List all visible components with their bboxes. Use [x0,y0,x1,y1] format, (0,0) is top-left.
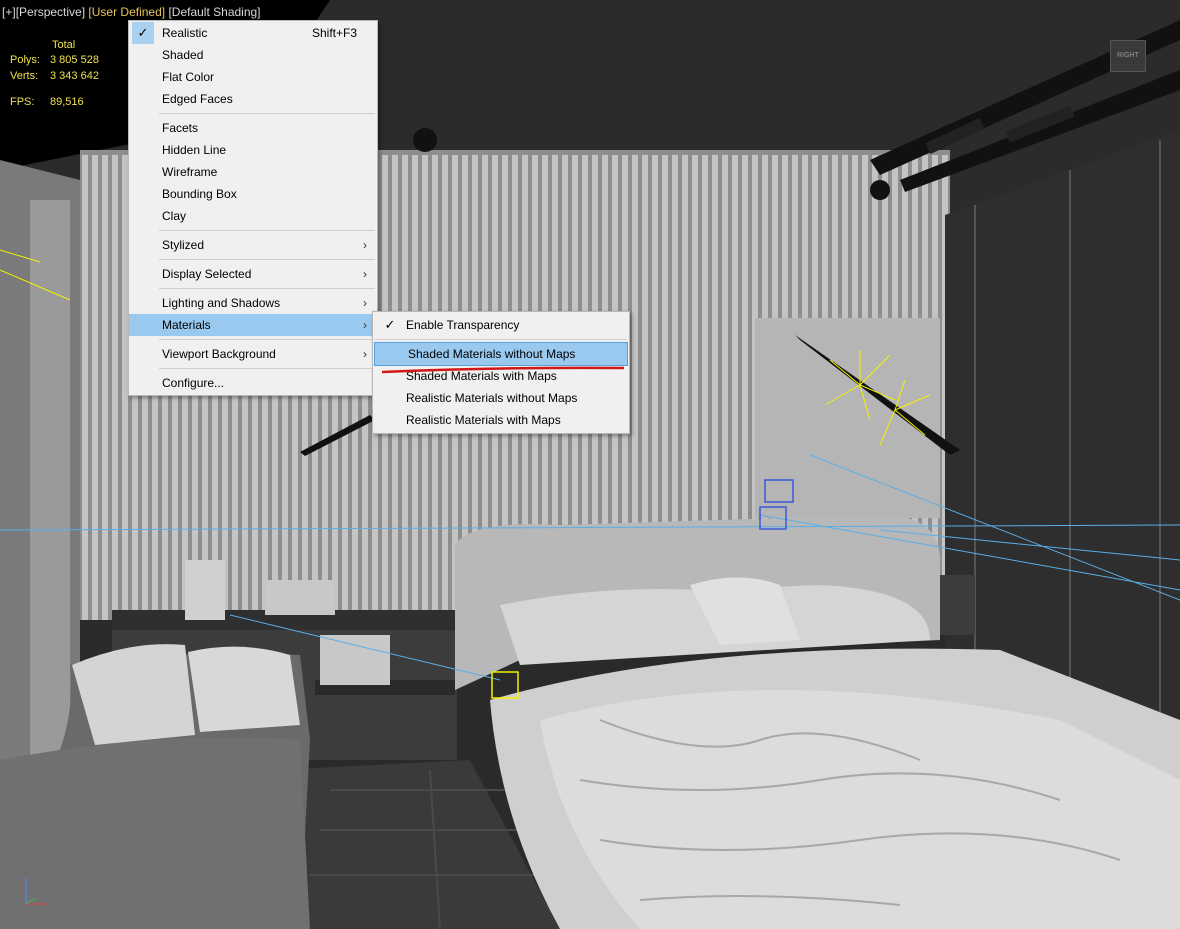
polys-value: 3 805 528 [50,54,99,66]
wall-slat [82,155,88,620]
checkmark-icon: ✓ [384,317,396,332]
menu-item-label: Flat Color [162,70,215,84]
wall-slat [92,155,98,620]
menu-item-realistic[interactable]: ✓ Realistic Shift+F3 [129,22,377,44]
viewcube[interactable]: RIGHT [1110,40,1146,72]
verts-label: Verts: [10,70,39,82]
stats-fps-row: FPS: 89,516 [10,94,122,110]
menu-item-shortcut: Shift+F3 [311,26,357,40]
menu-item-label: Bounding Box [162,187,237,201]
menu-item-clay[interactable]: Clay [129,205,377,227]
menu-item-label: Wireframe [162,165,218,179]
menu-item-label: Configure... [162,376,225,390]
viewport-view-menu[interactable]: [Perspective] [16,5,85,19]
menu-separator [159,339,375,340]
menu-item-label: Shaded [162,48,204,62]
submenu-item-label: Shaded Materials without Maps [408,347,576,361]
menu-separator [159,259,375,260]
checkmark-icon: ✓ [132,22,154,44]
red-underline-annotation [381,366,625,374]
submenu-item-shaded-materials-without-maps[interactable]: Shaded Materials without Maps [374,342,628,366]
menu-item-lighting-and-shadows[interactable]: Lighting and Shadows › [129,292,377,314]
menu-item-shaded[interactable]: Shaded [129,44,377,66]
menu-item-configure[interactable]: Configure... [129,372,377,394]
viewport-mode-menu[interactable]: [User Defined] [88,5,165,19]
submenu-item-label: Realistic Materials with Maps [406,413,561,427]
menu-item-flat-color[interactable]: Flat Color [129,66,377,88]
viewport-shading-context-menu: ✓ Realistic Shift+F3 Shaded Flat Color E… [128,20,378,396]
menu-item-edged-faces[interactable]: Edged Faces [129,88,377,110]
submenu-arrow-icon: › [363,267,367,281]
menu-item-label: Clay [162,209,187,223]
menu-item-materials[interactable]: Materials › [129,314,377,336]
menu-item-label: Viewport Background [162,347,276,361]
submenu-item-label: Enable Transparency [406,318,520,332]
axis-tripod-icon [25,878,50,905]
viewport-shading-menu[interactable]: [Default Shading] [168,5,260,19]
menu-separator [159,230,375,231]
fps-value: 89,516 [50,96,84,108]
menu-item-label: Lighting and Shadows [162,296,281,310]
wall-slat [102,155,108,620]
stats-header: Total [52,39,76,51]
viewport-label: [+][Perspective] [User Defined] [Default… [2,5,261,19]
submenu-arrow-icon: › [363,238,367,252]
menu-item-hidden-line[interactable]: Hidden Line [129,139,377,161]
menu-item-display-selected[interactable]: Display Selected › [129,263,377,285]
menu-item-label: Edged Faces [162,92,233,106]
menu-separator [375,339,627,340]
menu-separator [159,288,375,289]
menu-item-label: Hidden Line [162,143,227,157]
menu-item-viewport-background[interactable]: Viewport Background › [129,343,377,365]
fps-label: FPS: [10,96,35,108]
statistics-overlay: Total Polys: 3 805 528 Verts: 3 343 642 … [10,38,122,110]
menu-item-bounding-box[interactable]: Bounding Box [129,183,377,205]
submenu-item-realistic-materials-with-maps[interactable]: Realistic Materials with Maps [373,409,629,431]
submenu-arrow-icon: › [363,296,367,310]
menu-item-label: Stylized [162,238,205,252]
viewport-plus-menu[interactable]: [+] [2,5,16,19]
submenu-arrow-icon: › [363,318,367,332]
stats-polys-row: Polys: 3 805 528 [10,52,122,68]
menu-item-stylized[interactable]: Stylized › [129,234,377,256]
menu-item-wireframe[interactable]: Wireframe [129,161,377,183]
menu-separator [159,113,375,114]
submenu-item-realistic-materials-without-maps[interactable]: Realistic Materials without Maps [373,387,629,409]
menu-item-label: Facets [162,121,199,135]
menu-item-facets[interactable]: Facets [129,117,377,139]
menu-separator [159,368,375,369]
menu-item-label: Realistic [162,26,208,40]
menu-item-label: Display Selected [162,267,252,281]
submenu-item-label: Realistic Materials without Maps [406,391,578,405]
submenu-item-enable-transparency[interactable]: ✓ Enable Transparency [373,314,629,336]
verts-value: 3 343 642 [50,70,99,82]
stats-verts-row: Verts: 3 343 642 [10,68,122,84]
polys-label: Polys: [10,54,40,66]
menu-item-label: Materials [162,318,211,332]
wall-slat [112,155,118,620]
submenu-arrow-icon: › [363,347,367,361]
